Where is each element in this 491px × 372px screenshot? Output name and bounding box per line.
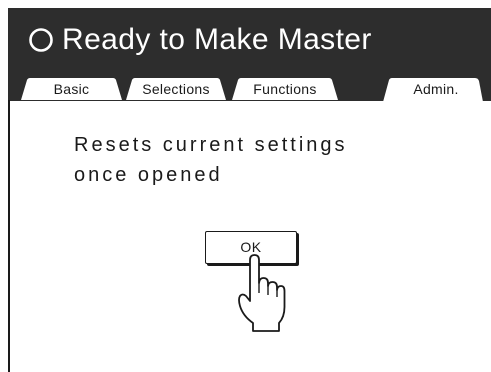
tab-functions[interactable]: Functions bbox=[232, 78, 338, 100]
tab-admin-label: Admin. bbox=[413, 81, 459, 97]
message-line-2: once opened bbox=[74, 164, 223, 186]
screen: Ready to Make Master Basic Selections Fu… bbox=[0, 0, 491, 372]
tab-selections-label: Selections bbox=[142, 81, 210, 97]
message-line-1: Resets current settings bbox=[74, 134, 348, 156]
tab-admin[interactable]: Admin. bbox=[383, 78, 483, 102]
tab-functions-label: Functions bbox=[253, 81, 317, 97]
tab-basic-label: Basic bbox=[53, 81, 90, 97]
ring-status-icon bbox=[28, 27, 54, 53]
tab-selections[interactable]: Selections bbox=[126, 78, 226, 100]
tab-basic[interactable]: Basic bbox=[21, 78, 122, 100]
pointing-hand-icon bbox=[236, 253, 286, 333]
status-row: Ready to Make Master bbox=[28, 22, 372, 58]
status-text: Ready to Make Master bbox=[62, 23, 372, 56]
panel-left-border bbox=[8, 100, 10, 372]
reset-message: Resets current settings once opened bbox=[74, 130, 348, 190]
